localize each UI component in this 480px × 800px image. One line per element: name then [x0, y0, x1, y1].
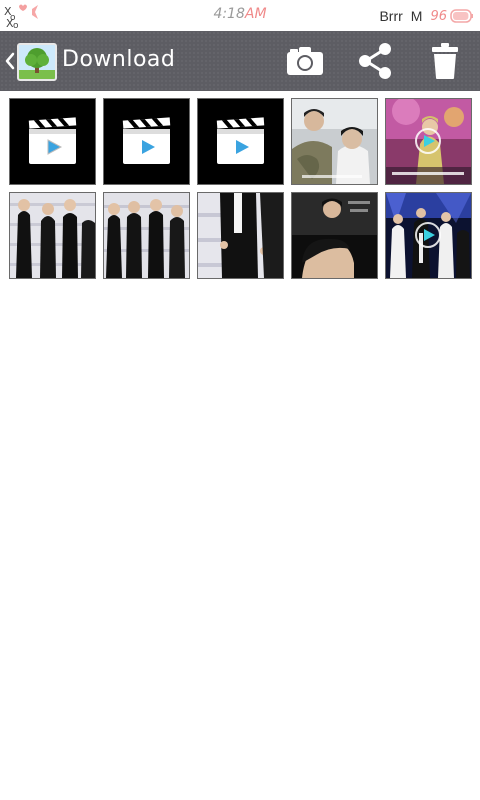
camera-icon [287, 47, 323, 75]
chevron-left-icon [5, 52, 15, 70]
back-button[interactable] [0, 31, 60, 91]
camera-button[interactable] [281, 39, 329, 83]
clock-ampm: AM [244, 6, 267, 22]
video-image [386, 99, 471, 184]
status-indicators: Brrr M 96 [379, 5, 474, 27]
gallery-tree-icon [17, 43, 57, 81]
trash-icon [432, 43, 458, 79]
share-button[interactable] [351, 39, 399, 83]
clapperboard-icon [10, 99, 95, 184]
photo-image [104, 193, 189, 278]
svg-text:o: o [13, 21, 19, 29]
delete-button[interactable] [421, 39, 469, 83]
gallery-thumbnail-video-placeholder[interactable] [9, 98, 96, 185]
status-bar: X o X o 4:18AM Brrr M 96 [0, 0, 480, 31]
gallery-thumbnail-photo[interactable] [197, 192, 284, 279]
photo-image [292, 99, 377, 184]
battery-indicator: 96 [430, 9, 474, 24]
video-image [386, 193, 471, 278]
gallery-grid [9, 98, 472, 279]
gallery-thumbnail-photo[interactable] [103, 192, 190, 279]
gallery-thumbnail-photo[interactable] [291, 192, 378, 279]
photo-image [292, 193, 377, 278]
clapperboard-icon [104, 99, 189, 184]
clapperboard-icon [198, 99, 283, 184]
page-title: Download [62, 47, 176, 72]
gallery-thumbnail-photo[interactable] [291, 98, 378, 185]
gallery-thumbnail-video-placeholder[interactable] [197, 98, 284, 185]
gallery-thumbnail-video-placeholder[interactable] [103, 98, 190, 185]
mail-indicator: M [410, 8, 423, 24]
carrier-label: Brrr [379, 8, 403, 24]
clock-time: 4:18 [213, 6, 245, 22]
action-bar: Download [0, 31, 480, 91]
gallery-thumbnail-video[interactable] [385, 98, 472, 185]
gallery-thumbnail-photo[interactable] [9, 192, 96, 279]
battery-level: 96 [430, 8, 447, 24]
share-icon [359, 43, 391, 79]
photo-image [10, 193, 95, 278]
photo-image [198, 193, 283, 278]
battery-icon [450, 9, 473, 23]
gallery-thumbnail-video[interactable] [385, 192, 472, 279]
